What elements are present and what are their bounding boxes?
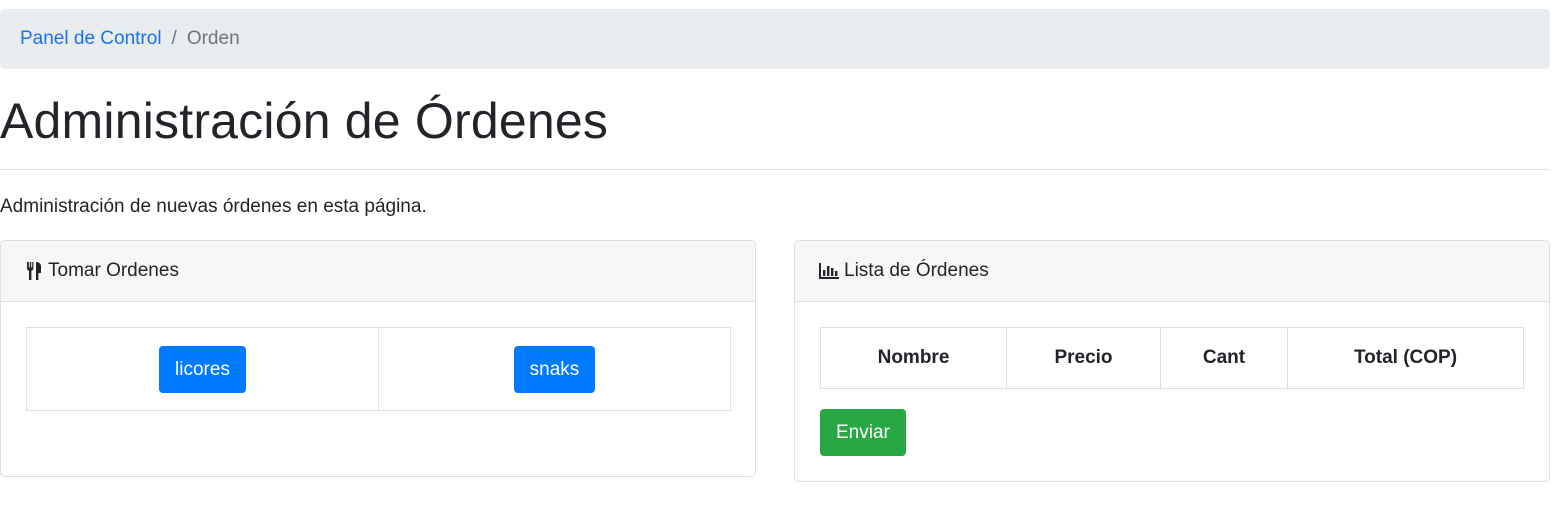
title-divider [0,169,1550,170]
take-orders-card: Tomar Ordenes licores snaks [0,240,756,477]
bar-chart-icon [819,263,839,279]
orders-list-header: Lista de Órdenes [795,241,1549,302]
orders-table-header-row: Nombre Precio Cant Total (COP) [820,327,1524,389]
category-cell: licores [26,327,379,411]
column-header-total: Total (COP) [1287,327,1524,389]
column-header-precio: Precio [1006,327,1161,389]
category-button-licores[interactable]: licores [159,345,246,393]
column-header-cant: Cant [1160,327,1288,389]
take-orders-title: Tomar Ordenes [48,260,179,281]
category-button-snaks[interactable]: snaks [513,345,596,393]
category-cell: snaks [378,327,731,411]
orders-list-title: Lista de Órdenes [844,260,989,281]
breadcrumb-separator: / [171,28,177,49]
page-title: Administración de Órdenes [0,93,609,149]
column-header-nombre: Nombre [820,327,1007,389]
utensils-icon [25,261,43,281]
breadcrumb-home-link[interactable]: Panel de Control [20,28,162,50]
breadcrumb: Panel de Control / Orden [0,9,1550,69]
send-button[interactable]: Enviar [820,409,906,456]
orders-table: Nombre Precio Cant Total (COP) [820,327,1524,389]
take-orders-header: Tomar Ordenes [1,241,755,302]
orders-list-card: Lista de Órdenes Nombre Precio Cant Tota… [794,240,1550,482]
page-description: Administración de nuevas órdenes en esta… [0,196,427,217]
breadcrumb-current: Orden [186,28,240,49]
categories-table: licores snaks [26,327,731,411]
